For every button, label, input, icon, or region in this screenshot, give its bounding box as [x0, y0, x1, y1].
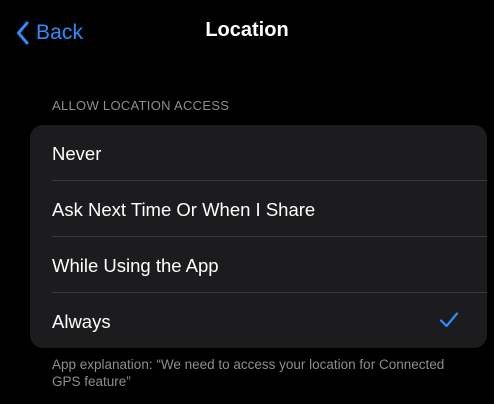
option-label: Never	[52, 143, 102, 164]
option-label: While Using the App	[52, 255, 219, 276]
page-title: Location	[205, 19, 289, 41]
option-never[interactable]: Never	[30, 125, 487, 181]
section-footer: App explanation: “We need to access your…	[52, 357, 445, 389]
navigation-bar: Back Location	[0, 0, 494, 68]
option-while-using[interactable]: While Using the App	[30, 237, 487, 293]
option-ask-next-time[interactable]: Ask Next Time Or When I Share	[30, 181, 487, 237]
section-header: ALLOW LOCATION ACCESS	[52, 98, 230, 113]
option-label: Always	[52, 311, 111, 332]
checkmark-icon	[439, 312, 459, 328]
location-options-group: Never Ask Next Time Or When I Share Whil…	[30, 125, 487, 348]
option-always[interactable]: Always	[30, 293, 487, 348]
option-label: Ask Next Time Or When I Share	[52, 199, 316, 220]
